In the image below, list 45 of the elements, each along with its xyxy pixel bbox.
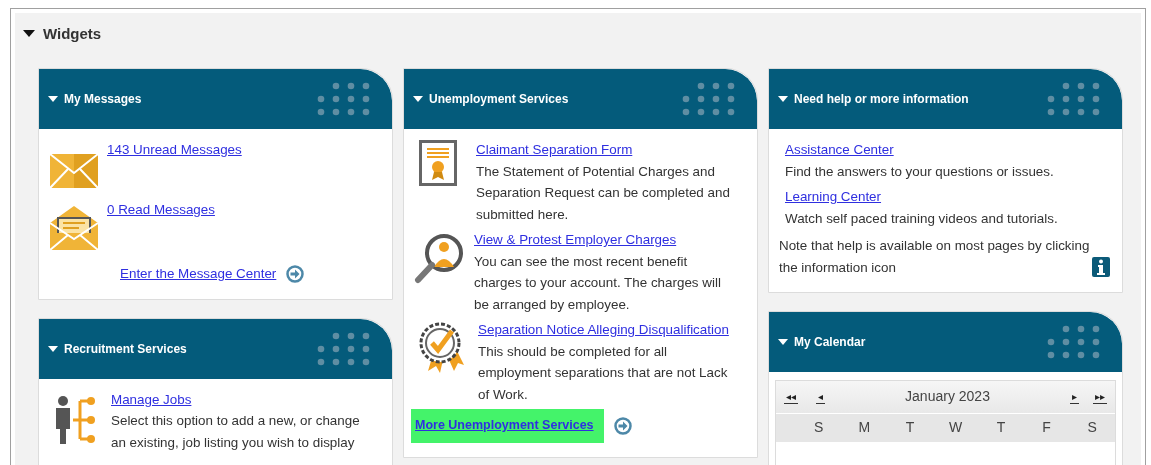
weekday-header: S [813,418,825,438]
description: Find the answers to your questions or issues. [785,162,1054,181]
widget-title: Unemployment Services [429,92,570,106]
magnifier-person-icon [414,233,466,285]
widget-title: Recruitment Services [64,341,188,356]
month-title: January 2023 [904,387,991,407]
widget-title: Need help or more information [794,92,970,106]
section-title: Widgets [43,24,102,42]
link[interactable]: More Unemployment Services [411,409,604,443]
description: The Statement of Potential Charges and Separation Request can be completed and submitted here. [476,162,731,224]
info-icon[interactable] [1092,257,1110,277]
arrow-right-icon[interactable] [613,416,632,435]
link[interactable]: View & Protest Employer Charges [474,232,677,247]
envelope-icon [49,153,99,189]
caret-icon[interactable] [23,29,35,37]
widget-title: My Messages [64,92,143,106]
description: Watch self paced training videos and tutorials. [785,209,1058,228]
arrow-right-icon[interactable] [286,264,305,283]
person-hierarchy-icon [53,394,97,445]
link[interactable]: Learning Center [785,189,882,204]
link[interactable]: 143 Unread Messages [107,142,242,157]
description: You can see the most recent benefit charges to your account. The charges will be arranged by employee. [474,252,722,314]
weekday-header: W [947,418,964,438]
link[interactable]: Assistance Center [785,142,894,157]
link[interactable]: Claimant Separation Form [476,142,633,157]
link[interactable]: Separation Notice Alleging Disqualification [478,322,729,337]
link[interactable]: Manage Jobs [111,391,192,407]
link[interactable]: 0 Read Messages [107,202,215,217]
widget-title: My Calendar [794,335,867,349]
note-text: Note that help is available on most pages by clicking the information icon [779,237,1091,277]
link[interactable]: Enter the Message Center [120,263,277,285]
calendar-nav-button[interactable]: ◂ [816,390,825,404]
description: Select this option to add a new, or change an existing, job listing you wish to display [111,412,361,452]
calendar-nav-button[interactable]: ▸▸ [1093,390,1107,404]
weekday-header: M [857,418,872,438]
weekday-header: T [904,418,916,438]
certificate-icon [418,139,458,187]
calendar-nav-button[interactable]: ◂◂ [784,390,798,404]
weekday-header: T [995,418,1007,438]
weekday-header: F [1041,418,1052,438]
weekday-header: S [1086,418,1098,438]
award-badge-icon [418,321,464,375]
calendar-nav-button[interactable]: ▸ [1070,390,1079,404]
open-envelope-icon [49,205,99,251]
description: This should be completed for all employment separations that are not Lack of Work. [478,342,729,404]
